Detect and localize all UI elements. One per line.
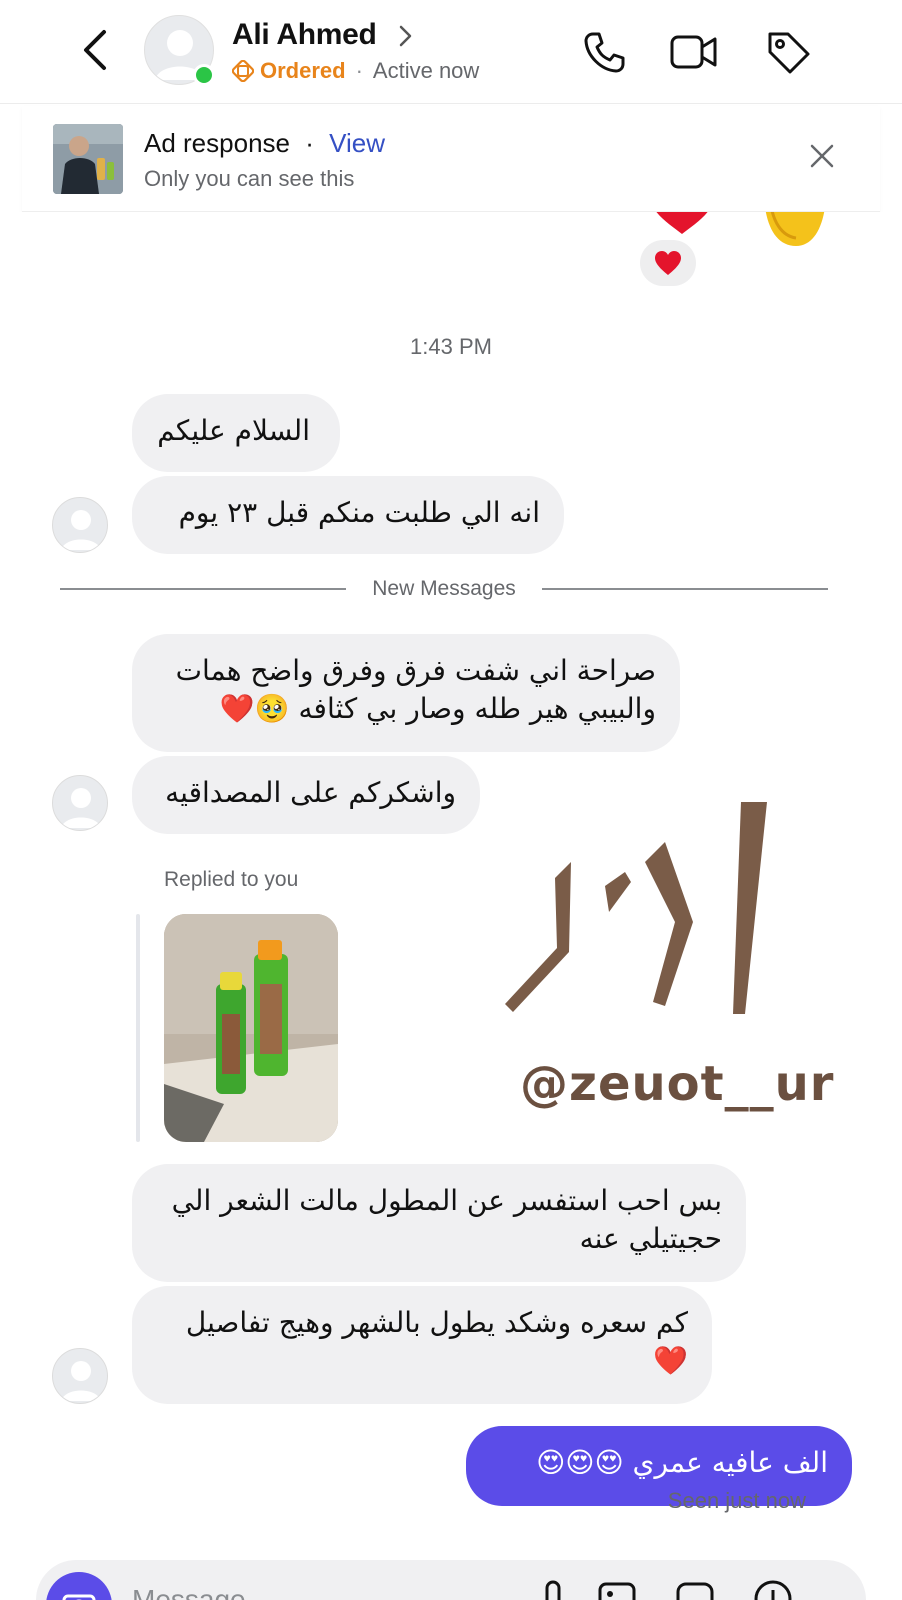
message-reaction[interactable] xyxy=(640,240,696,286)
back-button[interactable] xyxy=(74,26,114,74)
add-icon[interactable] xyxy=(752,1578,794,1600)
message-bubble[interactable]: كم سعره وشكد يطول بالشهر وهيج تفاصيل ❤️ xyxy=(132,1286,712,1404)
heart-emoji-icon xyxy=(656,212,708,234)
message-timestamp: 1:43 PM xyxy=(410,334,492,359)
watermark-handle: @zeuot__ur xyxy=(520,1056,835,1112)
video-camera-icon xyxy=(670,35,717,69)
contact-avatar-small[interactable] xyxy=(52,1348,108,1404)
default-avatar-icon xyxy=(61,788,101,828)
message-bubble[interactable]: واشكركم على المصداقيه xyxy=(132,756,480,834)
replied-image[interactable] xyxy=(164,914,338,1142)
message-bubble[interactable]: صراحة اني شفت فرق وفرق واضح همات والبيبي… xyxy=(132,634,680,752)
message-bubble[interactable]: بس احب استفسر عن المطول مالت الشعر الي ح… xyxy=(132,1164,746,1282)
chat-header: Ali Ahmed Ordered · Active now xyxy=(0,0,902,104)
phone-icon xyxy=(584,32,625,73)
replied-label: Replied to you xyxy=(164,868,299,891)
tag-icon xyxy=(768,32,810,74)
heart-icon xyxy=(655,251,681,275)
message-line: بس احب استفسر عن المطول مالت الشعر الي xyxy=(171,1184,722,1217)
divider-line xyxy=(542,588,828,590)
close-icon[interactable] xyxy=(806,140,838,172)
ad-response-banner: Ad response · View Only you can see this xyxy=(22,106,880,212)
product-photo xyxy=(164,914,338,1142)
ordered-label: Ordered xyxy=(260,58,346,83)
message-list[interactable]: 1:43 PM السلام عليكم انه الي طلبت منكم ق… xyxy=(0,212,902,1542)
ad-view-link[interactable]: View xyxy=(329,128,385,158)
reply-indicator-bar xyxy=(136,914,140,1142)
camera-icon xyxy=(62,1594,96,1600)
active-status: Active now xyxy=(372,58,480,83)
video-call-button[interactable] xyxy=(668,26,720,78)
camera-button[interactable] xyxy=(46,1572,112,1600)
status-row: Ordered · Active now xyxy=(232,58,479,84)
separator-dot: · xyxy=(355,58,363,83)
sticker-icon[interactable] xyxy=(674,1578,716,1600)
ordered-icon xyxy=(232,60,254,82)
ad-photo xyxy=(53,124,123,194)
message-bubble[interactable]: السلام عليكم xyxy=(132,394,340,472)
contact-avatar-small[interactable] xyxy=(52,497,108,553)
message-line: ❤️ xyxy=(653,1344,688,1377)
message-bubble[interactable]: انه الي طلبت منكم قبل ٢٣ يوم xyxy=(132,476,564,554)
ad-title-row: Ad response · View xyxy=(144,128,385,159)
call-button[interactable] xyxy=(578,26,630,78)
default-avatar-icon xyxy=(61,1361,101,1401)
message-input[interactable]: Message xyxy=(132,1584,246,1600)
default-avatar-icon xyxy=(61,510,101,550)
microphone-icon[interactable] xyxy=(532,1578,574,1600)
ad-title: Ad response xyxy=(144,128,290,158)
ad-subtitle: Only you can see this xyxy=(144,166,355,191)
thumbs-emoji-icon xyxy=(765,212,825,246)
chevron-left-icon xyxy=(84,30,106,70)
message-line: كم سعره وشكد يطول بالشهر وهيج تفاصيل xyxy=(185,1306,688,1339)
contact-avatar-small[interactable] xyxy=(52,775,108,831)
message-line: صراحة اني شفت فرق وفرق واضح همات xyxy=(175,654,656,687)
message-line: والبيبي هير طله وصار بي كثافه 🥹❤️ xyxy=(219,692,656,725)
tag-button[interactable] xyxy=(762,26,814,78)
new-messages-divider: New Messages xyxy=(60,577,828,601)
contact-name[interactable]: Ali Ahmed xyxy=(232,18,377,52)
online-indicator xyxy=(193,64,215,86)
seen-status: Seen just now xyxy=(667,1488,806,1513)
message-line: حجيتيلي عنه xyxy=(579,1222,722,1255)
ad-thumbnail[interactable] xyxy=(53,124,123,194)
separator-dot: · xyxy=(305,128,314,158)
gallery-icon[interactable] xyxy=(596,1578,638,1600)
chevron-right-icon[interactable] xyxy=(398,24,414,48)
